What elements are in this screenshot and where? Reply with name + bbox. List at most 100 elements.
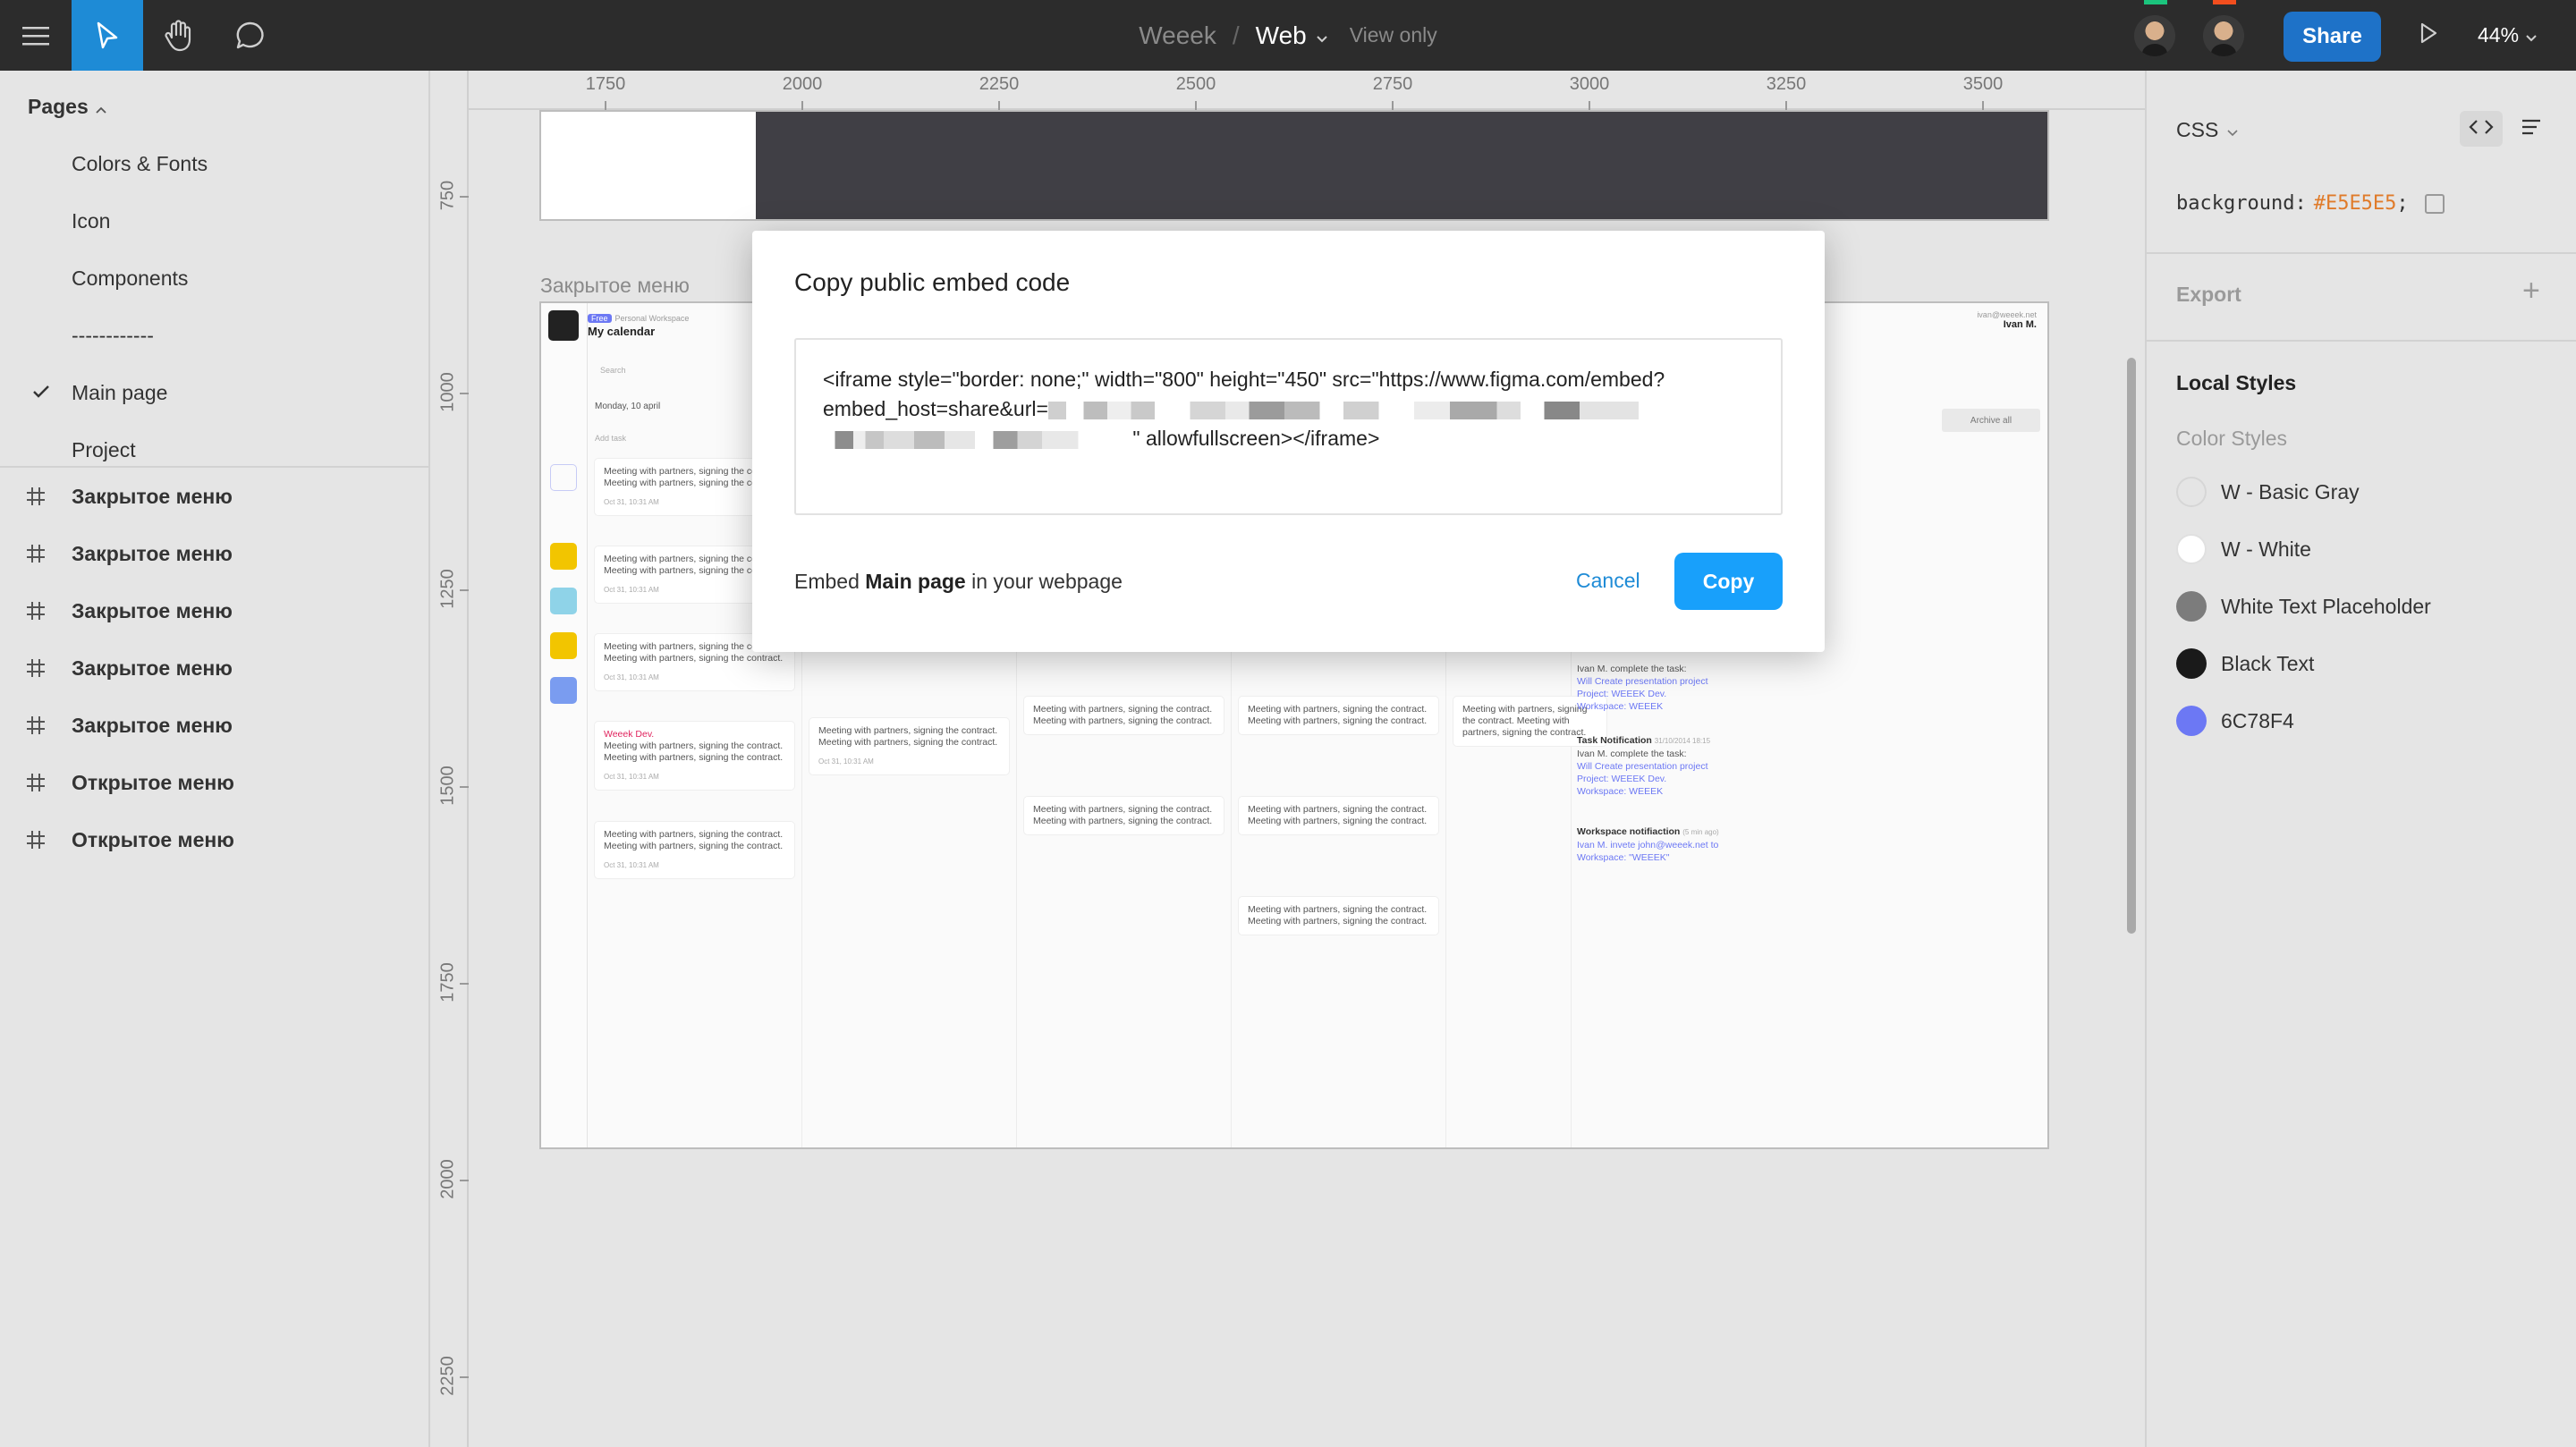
pages-toggle[interactable]: Pages bbox=[28, 95, 106, 119]
zoom-level: 44% bbox=[2478, 23, 2520, 47]
task-card: Weeek Dev. Meeting with partners, signing… bbox=[595, 722, 794, 790]
color-style-item[interactable]: Black Text bbox=[2176, 648, 2314, 679]
ruler-tick bbox=[1589, 101, 1590, 110]
layer-label: Закрытое меню bbox=[72, 484, 233, 508]
layer-frame[interactable]: Открытое меню bbox=[0, 813, 430, 867]
list-view-toggle[interactable] bbox=[2513, 111, 2549, 147]
ruler-tick bbox=[1195, 101, 1197, 110]
code-language-select[interactable]: CSS bbox=[2176, 118, 2238, 142]
share-button[interactable]: Share bbox=[2284, 12, 2381, 62]
layer-frame[interactable]: Закрытое меню bbox=[0, 641, 430, 695]
color-style-item[interactable]: 6C78F4 bbox=[2176, 706, 2294, 736]
toolbar: Weeek / Web View only Share 44% bbox=[0, 0, 2576, 71]
dialog-footer-text: Embed Main page in your webpage bbox=[794, 570, 1123, 593]
divider bbox=[2147, 340, 2576, 342]
frame-icon bbox=[0, 487, 72, 506]
layer-frame[interactable]: Закрытое меню bbox=[0, 527, 430, 580]
color-style-item[interactable]: W - Basic Gray bbox=[2176, 477, 2360, 507]
canvas-scrollbar[interactable] bbox=[2127, 358, 2136, 934]
code-view-toggle[interactable] bbox=[2460, 111, 2503, 147]
ruler-label: 1750 bbox=[437, 962, 458, 1003]
color-swatch bbox=[2176, 477, 2207, 507]
notification: Ivan M. complete the task: Will Create p… bbox=[1577, 664, 1708, 712]
page-item-icon[interactable]: Icon bbox=[72, 209, 110, 233]
calendar-icon bbox=[550, 464, 577, 491]
layer-frame[interactable]: Открытое меню bbox=[0, 756, 430, 809]
frame-preview-dark-area bbox=[756, 112, 2047, 219]
ruler-tick bbox=[460, 589, 469, 591]
chevron-up-icon bbox=[96, 95, 106, 119]
frame-icon bbox=[0, 830, 72, 850]
task-card: Meeting with partners, signing the contr… bbox=[1239, 797, 1438, 834]
ruler-label: 1500 bbox=[437, 766, 458, 806]
task-card: Meeting with partners, signing the contr… bbox=[1024, 697, 1224, 734]
layer-frame[interactable]: Закрытое меню bbox=[0, 584, 430, 638]
horizontal-ruler: 1750 2000 2250 2500 2750 3000 3250 3500 bbox=[432, 71, 2145, 110]
task-card: Meeting with partners, signing the contr… bbox=[1239, 697, 1438, 734]
chevron-down-icon bbox=[2526, 23, 2537, 47]
ruler-label: 2000 bbox=[437, 1159, 458, 1199]
notification: Workspace notifiaction (5 min ago) Ivan … bbox=[1577, 826, 1719, 863]
ruler-tick bbox=[1785, 101, 1787, 110]
color-style-name: White Text Placeholder bbox=[2221, 594, 2431, 618]
ruler-label: 3500 bbox=[1962, 74, 2004, 94]
ruler-tick bbox=[998, 101, 1000, 110]
ruler-tick bbox=[460, 393, 469, 394]
copy-button[interactable]: Copy bbox=[1674, 553, 1783, 610]
layer-label: Закрытое меню bbox=[72, 598, 233, 622]
emoji-icon bbox=[550, 543, 577, 570]
embed-code-textarea[interactable]: <iframe style="border: none;" width="800… bbox=[794, 338, 1783, 515]
redacted-url bbox=[823, 430, 1127, 449]
file-name-menu[interactable]: Web bbox=[1256, 21, 1328, 50]
page-name: Main page bbox=[865, 570, 966, 593]
color-swatch bbox=[2176, 706, 2207, 736]
presence-indicator bbox=[2144, 0, 2167, 4]
avatar[interactable] bbox=[2134, 15, 2175, 56]
ruler-tick bbox=[460, 983, 469, 985]
embed-code-line: embed_host=share&url= bbox=[823, 394, 1754, 424]
color-style-item[interactable]: W - White bbox=[2176, 534, 2311, 564]
inspect-panel: CSS background: #E5E5E5; Export + Local … bbox=[2145, 71, 2576, 1447]
avatar[interactable] bbox=[2203, 15, 2244, 56]
page-item-project[interactable]: Project bbox=[72, 438, 136, 462]
layer-label: Открытое меню bbox=[72, 827, 234, 851]
zoom-menu[interactable]: 44% bbox=[2478, 0, 2537, 71]
page-item-components[interactable]: Components bbox=[72, 267, 188, 291]
local-styles-heading: Local Styles bbox=[2176, 371, 2297, 394]
ruler-label: 750 bbox=[437, 180, 458, 211]
archive-button: Archive all bbox=[1942, 409, 2040, 432]
css-semicolon: ; bbox=[2396, 192, 2409, 215]
frame-icon bbox=[0, 715, 72, 735]
add-export-button[interactable]: + bbox=[2522, 274, 2540, 309]
frame-preview[interactable] bbox=[539, 110, 2049, 221]
chevron-down-icon bbox=[1316, 21, 1328, 50]
page-item-divider[interactable]: ------------ bbox=[72, 324, 154, 348]
ruler-tick bbox=[1392, 101, 1394, 110]
ruler-label: 2250 bbox=[979, 74, 1020, 94]
workspace-icon bbox=[550, 588, 577, 614]
ruler-tick bbox=[460, 786, 469, 788]
presence-indicator bbox=[2213, 0, 2236, 4]
present-button[interactable] bbox=[2411, 0, 2446, 71]
export-heading: Export bbox=[2176, 283, 2241, 306]
chevron-down-icon bbox=[2227, 118, 2238, 142]
ruler-tick bbox=[460, 196, 469, 198]
css-value: #E5E5E5 bbox=[2313, 192, 2397, 215]
ruler-label: 1000 bbox=[437, 372, 458, 412]
vertical-ruler: 750 1000 1250 1500 1750 2000 2250 bbox=[432, 71, 469, 1447]
cancel-button[interactable]: Cancel bbox=[1576, 559, 1640, 602]
workspace-icon bbox=[550, 632, 577, 659]
layer-frame[interactable]: Закрытое меню bbox=[0, 470, 430, 523]
layer-frame[interactable]: Закрытое меню bbox=[0, 698, 430, 752]
frame-label[interactable]: Закрытое меню bbox=[540, 274, 690, 298]
page-item-colors-fonts[interactable]: Colors & Fonts bbox=[72, 152, 208, 176]
color-swatch[interactable] bbox=[2424, 193, 2445, 214]
page-item-main-page[interactable]: Main page bbox=[72, 381, 167, 405]
embed-code-line: <iframe style="border: none;" width="800… bbox=[823, 368, 1665, 391]
color-style-item[interactable]: White Text Placeholder bbox=[2176, 591, 2431, 622]
ruler-tick bbox=[460, 1180, 469, 1181]
layers-panel: Pages Colors & Fonts Icon Components ---… bbox=[0, 71, 430, 1447]
checkmark-icon bbox=[32, 381, 50, 404]
list-icon bbox=[2521, 119, 2542, 140]
project-name[interactable]: Weeek bbox=[1139, 21, 1216, 50]
